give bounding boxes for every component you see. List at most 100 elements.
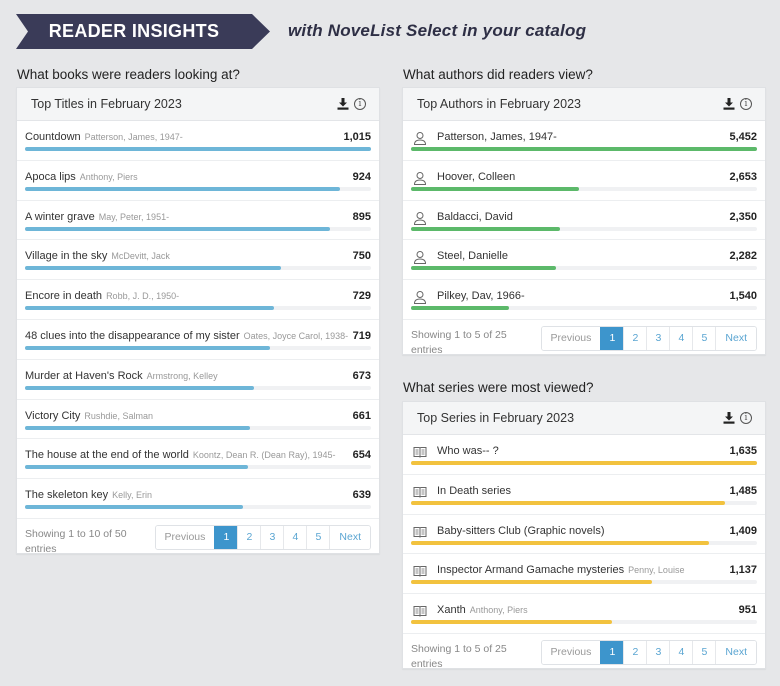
- list-item[interactable]: Hoover, Colleen 2,653: [403, 161, 765, 201]
- page-5-button[interactable]: 5: [692, 326, 716, 350]
- authors-list: Patterson, James, 1947- 5,452 Hoover, Coll…: [403, 121, 765, 320]
- list-item[interactable]: Pilkey, Dav, 1966- 1,540: [403, 280, 765, 320]
- pagination: Previous 1 2 3 4 5 Next: [540, 325, 757, 351]
- download-icon[interactable]: [723, 98, 735, 110]
- page-3-button[interactable]: 3: [646, 640, 670, 664]
- download-icon[interactable]: [723, 412, 735, 424]
- progress-track: [411, 500, 757, 505]
- item-count: 729: [352, 290, 371, 303]
- list-item[interactable]: Village in the sky McDevitt, Jack 750: [17, 240, 379, 281]
- list-item[interactable]: The house at the end of the world Koontz,…: [17, 439, 379, 480]
- item-title[interactable]: Baldacci, David: [437, 211, 513, 223]
- list-item[interactable]: Inspector Armand Gamache mysteries Penny,…: [403, 554, 765, 595]
- next-page-button[interactable]: Next: [715, 640, 756, 664]
- list-item[interactable]: The skeleton key Kelly, Erin 639: [17, 479, 379, 519]
- list-item[interactable]: Apoca lips Anthony, Piers 924: [17, 161, 379, 201]
- item-label: Patterson, James, 1947-: [437, 131, 557, 143]
- showing-entries: Showing 1 to 10 of 50 entries: [25, 527, 127, 555]
- item-author: Armstrong, Kelley: [146, 370, 218, 381]
- item-title[interactable]: Xanth: [437, 604, 466, 616]
- panel-header: Top Authors in February 2023 i: [403, 88, 765, 121]
- item-title[interactable]: Who was-- ?: [437, 445, 499, 457]
- item-title[interactable]: Countdown: [25, 131, 81, 143]
- info-icon[interactable]: i: [354, 98, 366, 110]
- item-title[interactable]: Steel, Danielle: [437, 250, 508, 262]
- info-icon[interactable]: i: [740, 412, 752, 424]
- item-label: Inspector Armand Gamache mysteries Penny,…: [437, 564, 684, 576]
- item-title[interactable]: Hoover, Colleen: [437, 171, 515, 183]
- item-title[interactable]: Village in the sky: [25, 250, 107, 262]
- page-2-button[interactable]: 2: [623, 640, 647, 664]
- item-label: Victory City Rushdie, Salman: [25, 410, 153, 422]
- table-footer: Showing 1 to 5 of 25 entries Previous 1 2 3…: [403, 320, 765, 366]
- list-item[interactable]: Victory City Rushdie, Salman 661: [17, 400, 379, 440]
- page-1-button[interactable]: 1: [600, 326, 624, 350]
- page-4-button[interactable]: 4: [669, 326, 693, 350]
- banner-tagline: with NoveList Select in your catalog: [288, 21, 587, 40]
- list-item[interactable]: Who was-- ? 1,635: [403, 435, 765, 475]
- page-1-button[interactable]: 1: [600, 640, 624, 664]
- item-title[interactable]: Encore in death: [25, 290, 102, 302]
- page-4-button[interactable]: 4: [283, 525, 307, 549]
- item-label: Village in the sky McDevitt, Jack: [25, 250, 170, 262]
- previous-page-button[interactable]: Previous: [541, 640, 601, 664]
- progress-fill: [411, 620, 613, 625]
- item-author: McDevitt, Jack: [111, 251, 170, 262]
- item-author: Anthony, Piers: [469, 605, 528, 616]
- progress-track: [25, 505, 371, 510]
- progress-track: [411, 461, 757, 465]
- series-question: What series were most viewed?: [403, 380, 594, 395]
- item-title[interactable]: Apoca lips: [25, 171, 76, 183]
- page-4-button[interactable]: 4: [669, 640, 693, 664]
- next-page-button[interactable]: Next: [715, 326, 756, 350]
- item-count: 1,540: [729, 290, 757, 303]
- item-title[interactable]: Baby-sitters Club (Graphic novels): [437, 525, 605, 537]
- item-count: 1,137: [729, 564, 757, 577]
- item-label: Pilkey, Dav, 1966-: [437, 290, 525, 302]
- page-3-button[interactable]: 3: [260, 525, 284, 549]
- item-title[interactable]: Pilkey, Dav, 1966-: [437, 290, 525, 302]
- list-item[interactable]: Baby-sitters Club (Graphic novels) 1,409: [403, 515, 765, 555]
- list-item[interactable]: Patterson, James, 1947- 5,452: [403, 121, 765, 161]
- item-title[interactable]: 48 clues into the disappearance of my si…: [25, 330, 240, 342]
- item-title[interactable]: The skeleton key: [25, 489, 108, 501]
- page-3-button[interactable]: 3: [646, 326, 670, 350]
- book-icon: [413, 445, 427, 459]
- item-title[interactable]: Victory City: [25, 410, 80, 422]
- list-item[interactable]: Murder at Haven's Rock Armstrong, Kelley 6…: [17, 360, 379, 400]
- page-5-button[interactable]: 5: [692, 640, 716, 664]
- page-1-button[interactable]: 1: [214, 525, 238, 549]
- item-title[interactable]: The house at the end of the world: [25, 449, 189, 461]
- list-item[interactable]: Countdown Patterson, James, 1947- 1,015: [17, 121, 379, 161]
- item-title[interactable]: Murder at Haven's Rock: [25, 370, 143, 382]
- list-item[interactable]: Encore in death Robb, J. D., 1950- 729: [17, 280, 379, 320]
- previous-page-button[interactable]: Previous: [541, 326, 601, 350]
- list-item[interactable]: 48 clues into the disappearance of my si…: [17, 320, 379, 360]
- item-count: 719: [352, 329, 371, 342]
- list-item[interactable]: A winter grave May, Peter, 1951- 895: [17, 201, 379, 241]
- progress-fill: [25, 186, 340, 191]
- page-2-button[interactable]: 2: [623, 326, 647, 350]
- item-count: 2,282: [729, 250, 757, 263]
- list-item[interactable]: Steel, Danielle 2,282: [403, 240, 765, 281]
- page-5-button[interactable]: 5: [306, 525, 330, 549]
- page-2-button[interactable]: 2: [237, 525, 261, 549]
- item-label: Murder at Haven's Rock Armstrong, Kelley: [25, 370, 218, 382]
- info-icon[interactable]: i: [740, 98, 752, 110]
- panel-title: Top Titles in February 2023: [31, 97, 182, 111]
- download-icon[interactable]: [337, 98, 349, 110]
- item-title[interactable]: A winter grave: [25, 211, 95, 223]
- item-author: Koontz, Dean R. (Dean Ray), 1945-: [192, 450, 336, 461]
- next-page-button[interactable]: Next: [329, 525, 370, 549]
- previous-page-button[interactable]: Previous: [155, 525, 215, 549]
- item-title[interactable]: Patterson, James, 1947-: [437, 131, 557, 143]
- item-title[interactable]: Inspector Armand Gamache mysteries: [437, 564, 624, 576]
- reader-insights-page: READER INSIGHTS with NoveList Select in …: [0, 0, 780, 686]
- item-author: Anthony, Piers: [79, 171, 138, 182]
- list-item[interactable]: Xanth Anthony, Piers 951: [403, 594, 765, 634]
- item-count: 750: [352, 250, 371, 263]
- progress-track: [25, 465, 371, 470]
- list-item[interactable]: Baldacci, David 2,350: [403, 201, 765, 241]
- list-item[interactable]: In Death series 1,485: [403, 475, 765, 515]
- item-title[interactable]: In Death series: [437, 485, 511, 497]
